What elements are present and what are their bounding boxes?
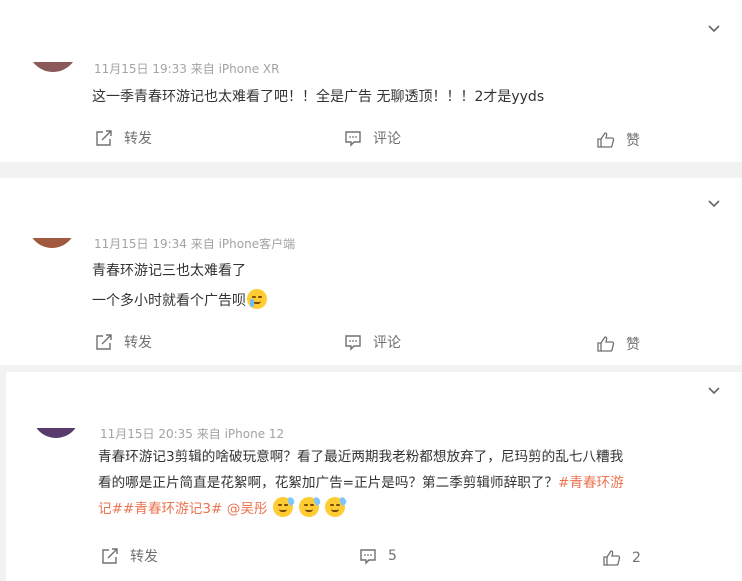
repost-icon bbox=[102, 548, 118, 564]
repost-button[interactable]: 转发 bbox=[100, 546, 158, 566]
sweat-emoji-icon bbox=[299, 496, 322, 517]
like-icon bbox=[597, 336, 615, 352]
comment-header: 11月15日 19:34 来自 iPhone客户端 bbox=[0, 238, 400, 254]
comment-meta: 11月15日 19:34 来自 iPhone客户端 bbox=[94, 238, 296, 251]
like-label: 赞 bbox=[626, 337, 640, 353]
comment-button[interactable]: 5 bbox=[358, 546, 397, 566]
hashtag-link[interactable]: #青春环游 bbox=[558, 475, 624, 491]
chevron-down-icon[interactable] bbox=[706, 382, 722, 398]
avatar[interactable] bbox=[28, 62, 78, 72]
comment-text-line: 看的哪是正片简直是花絮啊，花絮加广告=正片是吗？第二季剪辑师辞职了？#青春环游 bbox=[98, 470, 624, 496]
repost-icon bbox=[96, 334, 112, 350]
comment-text: 一个多小时就看个广告呗 bbox=[92, 288, 268, 314]
repost-button[interactable]: 转发 bbox=[94, 128, 152, 148]
like-button[interactable]: 赞 bbox=[596, 334, 640, 354]
sweat-emoji-icon bbox=[325, 496, 349, 517]
comment-meta: 11月15日 20:35 来自 iPhone 12 bbox=[100, 428, 285, 441]
repost-label: 转发 bbox=[124, 335, 152, 351]
repost-label: 转发 bbox=[124, 131, 152, 147]
comment-header: 11月15日 20:35 来自 iPhone 12 bbox=[6, 428, 406, 443]
comment-text: 这一季青春环游记也太难看了吧！！全是广告 无聊透顶！！！2才是yyds bbox=[92, 89, 545, 105]
comment-text: 青春环游记三也太难看了 bbox=[92, 263, 246, 279]
comment-label: 评论 bbox=[373, 131, 401, 147]
mention-link[interactable]: @吴彤 bbox=[227, 501, 268, 517]
like-icon bbox=[597, 132, 615, 148]
repost-icon bbox=[96, 130, 112, 146]
hashtag-link[interactable]: #青春环游记3# bbox=[123, 501, 222, 517]
comment-button[interactable]: 评论 bbox=[343, 332, 401, 352]
like-button[interactable]: 赞 bbox=[596, 130, 640, 150]
comment-card: 11月15日 19:33 来自 iPhone XR 这一季青春环游记也太难看了吧… bbox=[0, 0, 742, 162]
comment-card: 11月15日 20:35 来自 iPhone 12 青春环游记3剪辑的啥破玩意啊… bbox=[6, 372, 742, 581]
comment-text-line: 记##青春环游记3# @吴彤 bbox=[98, 496, 349, 522]
comment-meta: 11月15日 19:33 来自 iPhone XR bbox=[94, 62, 280, 76]
like-button[interactable]: 2 bbox=[602, 548, 641, 568]
comment-header: 11月15日 19:33 来自 iPhone XR bbox=[0, 62, 400, 78]
hashtag-link[interactable]: 记# bbox=[98, 501, 123, 517]
like-count: 2 bbox=[632, 550, 641, 566]
comment-icon bbox=[360, 549, 376, 565]
comment-text-line: 一个多小时就看个广告呗 bbox=[92, 293, 246, 309]
like-label: 赞 bbox=[626, 133, 640, 149]
comment-button[interactable]: 评论 bbox=[343, 128, 401, 148]
avatar[interactable] bbox=[28, 238, 76, 248]
comment-text-line: 青春环游记3剪辑的啥破玩意啊？看了最近两期我老粉都想放弃了，尼玛剪的乱七八糟我 bbox=[98, 449, 624, 465]
like-icon bbox=[603, 550, 621, 566]
chevron-down-icon[interactable] bbox=[706, 195, 722, 211]
repost-label: 转发 bbox=[130, 549, 158, 565]
comment-card: 11月15日 19:34 来自 iPhone客户端 青春环游记三也太难看了 一个… bbox=[0, 178, 742, 365]
repost-button[interactable]: 转发 bbox=[94, 332, 152, 352]
comment-text: 看的哪是正片简直是花絮啊，花絮加广告=正片是吗？第二季剪辑师辞职了？ bbox=[98, 475, 558, 491]
avatar[interactable] bbox=[32, 428, 80, 438]
comment-label: 评论 bbox=[373, 335, 401, 351]
sweat-emoji-icon bbox=[272, 496, 296, 517]
crying-emoji-icon bbox=[247, 289, 267, 309]
comment-icon bbox=[345, 131, 361, 147]
comment-icon bbox=[345, 335, 361, 351]
chevron-down-icon[interactable] bbox=[706, 20, 722, 36]
comment-count: 5 bbox=[388, 548, 397, 564]
